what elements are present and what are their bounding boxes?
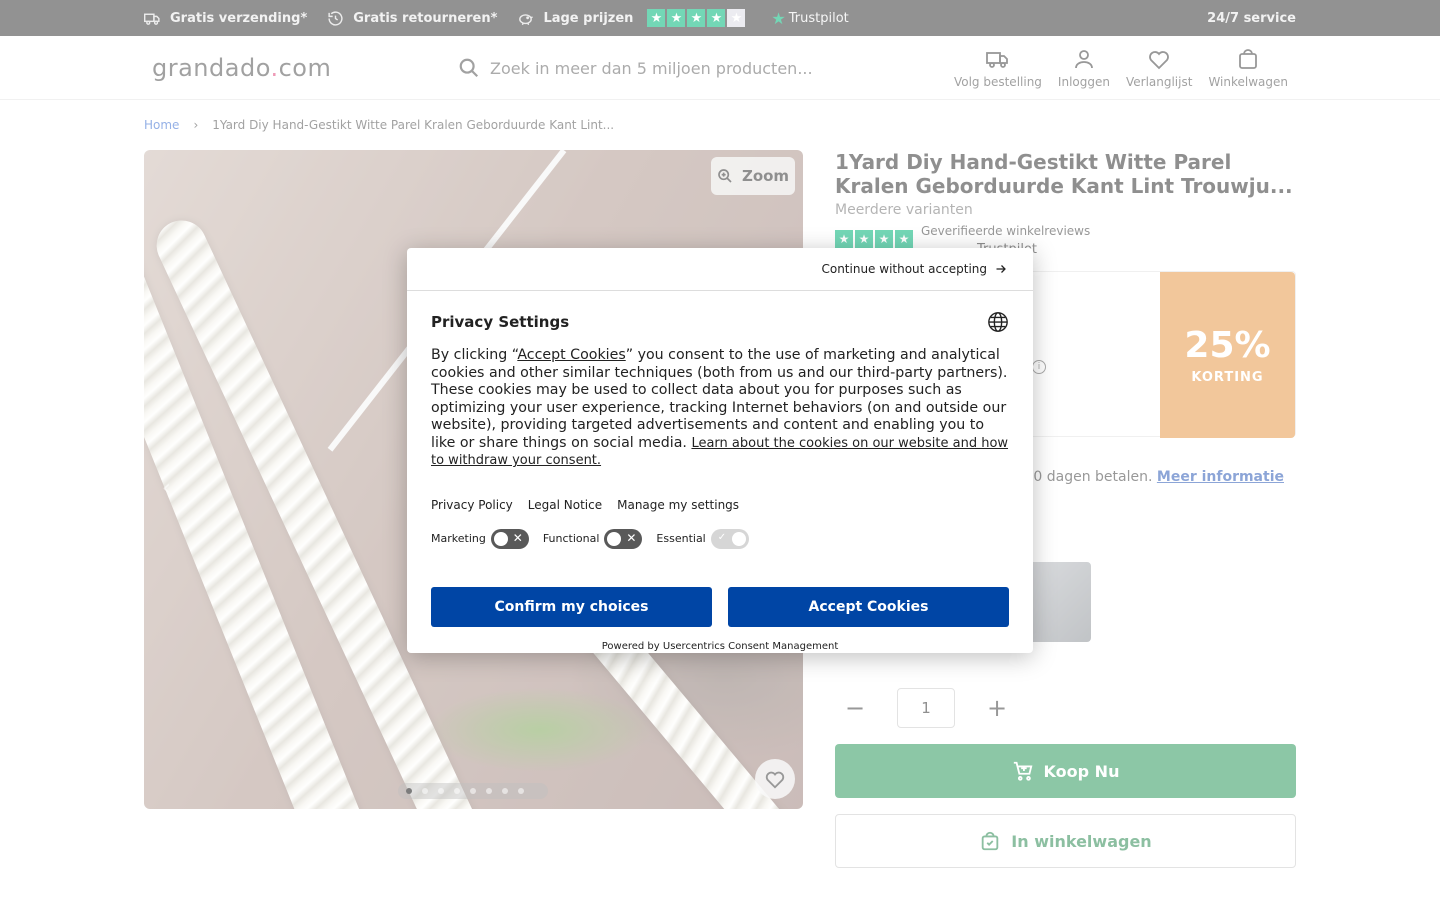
switch-knob [607, 531, 622, 546]
switch-knob [493, 531, 508, 546]
toggle-label: Essential [656, 532, 706, 545]
toggle-essential: Essential ✓ [656, 528, 749, 549]
legal-notice-link[interactable]: Legal Notice [528, 498, 602, 512]
close-icon: ✕ [626, 530, 637, 545]
toggle-marketing: Marketing ✕ [431, 528, 529, 549]
consent-text-part: By clicking “ [431, 347, 518, 363]
toggle-functional: Functional ✕ [542, 528, 643, 549]
switch-knob [731, 531, 746, 546]
continue-label: Continue without accepting [821, 262, 987, 276]
essential-switch: ✓ [710, 528, 749, 549]
consent-links: Privacy Policy Legal Notice Manage my se… [431, 498, 1009, 512]
toggle-label: Functional [542, 532, 600, 545]
accept-cookies-button[interactable]: Accept Cookies [728, 586, 1009, 627]
confirm-choices-button[interactable]: Confirm my choices [431, 586, 712, 627]
marketing-switch[interactable]: ✕ [490, 528, 529, 549]
continue-without-accepting-button[interactable]: Continue without accepting [821, 262, 1007, 276]
cookie-consent-dialog: Continue without accepting Privacy Setti… [407, 248, 1033, 653]
close-icon: ✕ [512, 530, 523, 545]
consent-title: Privacy Settings [431, 313, 570, 331]
arrow-right-icon [996, 265, 1006, 273]
privacy-policy-link[interactable]: Privacy Policy [431, 498, 513, 512]
manage-settings-link[interactable]: Manage my settings [617, 498, 739, 512]
consent-buttons: Confirm my choices Accept Cookies [431, 586, 1009, 627]
toggle-label: Marketing [431, 532, 486, 545]
consent-text: By clicking “Accept Cookies” you consent… [431, 347, 1009, 470]
consent-body: Privacy Settings By clicking “Accept Coo… [407, 291, 1033, 652]
powered-by-label: Powered by Usercentrics Consent Manageme… [601, 640, 839, 652]
consent-header: Continue without accepting [407, 248, 1033, 291]
accept-cookies-link[interactable]: Accept Cookies [517, 347, 625, 363]
consent-toggles: Marketing ✕ Functional ✕ Essential ✓ [431, 528, 1009, 549]
check-icon: ✓ [717, 531, 727, 543]
globe-icon[interactable] [987, 311, 1009, 333]
functional-switch[interactable]: ✕ [604, 528, 643, 549]
